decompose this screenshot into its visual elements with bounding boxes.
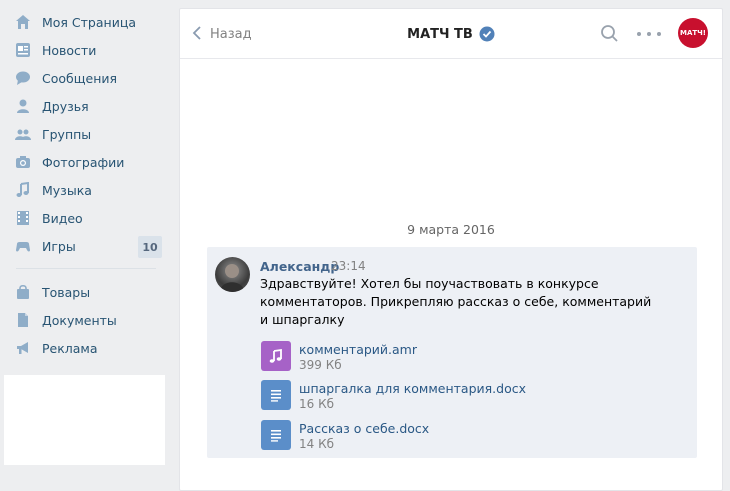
sidebar-item-news[interactable]: Новости	[8, 37, 166, 63]
document-icon	[261, 420, 291, 450]
camera-icon	[14, 153, 32, 171]
sidebar-item-games[interactable]: Игры 10	[8, 233, 166, 259]
music-note-icon	[261, 341, 291, 371]
messages-icon	[14, 69, 32, 87]
conversation-title[interactable]: МАТЧ ТВ	[407, 27, 473, 42]
message-time[interactable]: 23:14	[331, 259, 366, 273]
attachment-document[interactable]: шпаргалка для комментария.docx 16 Кб	[261, 380, 561, 411]
date-separator: 9 марта 2016	[407, 222, 495, 237]
sidebar-item-label: Документы	[42, 312, 117, 328]
document-icon	[261, 380, 291, 410]
sidebar-item-music[interactable]: Музыка	[8, 177, 166, 203]
bag-icon	[14, 283, 32, 301]
attachment-size: 16 Кб	[299, 397, 335, 411]
games-count-badge: 10	[138, 236, 162, 258]
sidebar-item-groups[interactable]: Группы	[8, 121, 166, 147]
sidebar-item-label: Музыка	[42, 182, 92, 198]
sidebar-divider	[16, 268, 156, 269]
sidebar-item-friends[interactable]: Друзья	[8, 93, 166, 119]
sidebar-item-label: Друзья	[42, 98, 89, 114]
sidebar-item-label: Группы	[42, 126, 92, 142]
sidebar-item-label: Видео	[42, 210, 83, 226]
sidebar-item-video[interactable]: Видео	[8, 205, 166, 231]
sidebar-item-ads[interactable]: Реклама	[8, 335, 166, 361]
sidebar-item-label: Игры	[42, 238, 76, 254]
sidebar-item-goods[interactable]: Товары	[8, 279, 166, 305]
author-name[interactable]: Александр	[260, 259, 339, 274]
author-avatar[interactable]	[215, 257, 250, 292]
groups-icon	[14, 125, 32, 143]
home-icon	[14, 13, 32, 31]
attachment-size: 399 Кб	[299, 358, 342, 372]
friends-icon	[14, 97, 32, 115]
games-icon	[14, 237, 32, 255]
document-icon	[14, 311, 32, 329]
left-sidebar: Моя Страница Новости Сообщения Друзья Гр…	[0, 0, 172, 491]
sidebar-item-photos[interactable]: Фотографии	[8, 149, 166, 175]
sidebar-item-label: Реклама	[42, 340, 98, 356]
sidebar-item-label: Моя Страница	[42, 14, 136, 30]
sidebar-item-my-page[interactable]: Моя Страница	[8, 9, 166, 35]
attachment-name[interactable]: Рассказ о себе.docx	[299, 421, 429, 436]
community-avatar[interactable]: МАТЧ!	[678, 18, 708, 48]
more-options-button[interactable]	[637, 25, 661, 43]
sidebar-item-documents[interactable]: Документы	[8, 307, 166, 333]
video-icon	[14, 209, 32, 227]
search-button[interactable]	[600, 24, 620, 44]
conversation-header: Назад МАТЧ ТВ МАТЧ!	[180, 9, 722, 59]
music-icon	[14, 181, 32, 199]
attachment-document[interactable]: Рассказ о себе.docx 14 Кб	[261, 420, 561, 451]
sidebar-item-label: Фотографии	[42, 154, 125, 170]
message-item: Александр 23:14 Здравствуйте! Хотел бы п…	[207, 247, 697, 458]
megaphone-icon	[14, 339, 32, 357]
ad-placeholder	[4, 375, 165, 465]
attachment-name[interactable]: шпаргалка для комментария.docx	[299, 381, 526, 396]
sidebar-item-messages[interactable]: Сообщения	[8, 65, 166, 91]
sidebar-item-label: Новости	[42, 42, 97, 58]
search-icon	[600, 25, 620, 47]
attachment-audio[interactable]: комментарий.amr 399 Кб	[261, 341, 561, 372]
attachment-name[interactable]: комментарий.amr	[299, 342, 417, 357]
message-text: Здравствуйте! Хотел бы поучаствовать в к…	[260, 276, 652, 327]
sidebar-item-label: Сообщения	[42, 70, 118, 86]
news-icon	[14, 41, 32, 59]
attachment-size: 14 Кб	[299, 437, 335, 451]
sidebar-item-label: Товары	[42, 284, 91, 300]
conversation-panel: Назад МАТЧ ТВ МАТЧ! 9 марта 2016 Алексан…	[179, 8, 723, 491]
verified-icon	[479, 26, 495, 42]
